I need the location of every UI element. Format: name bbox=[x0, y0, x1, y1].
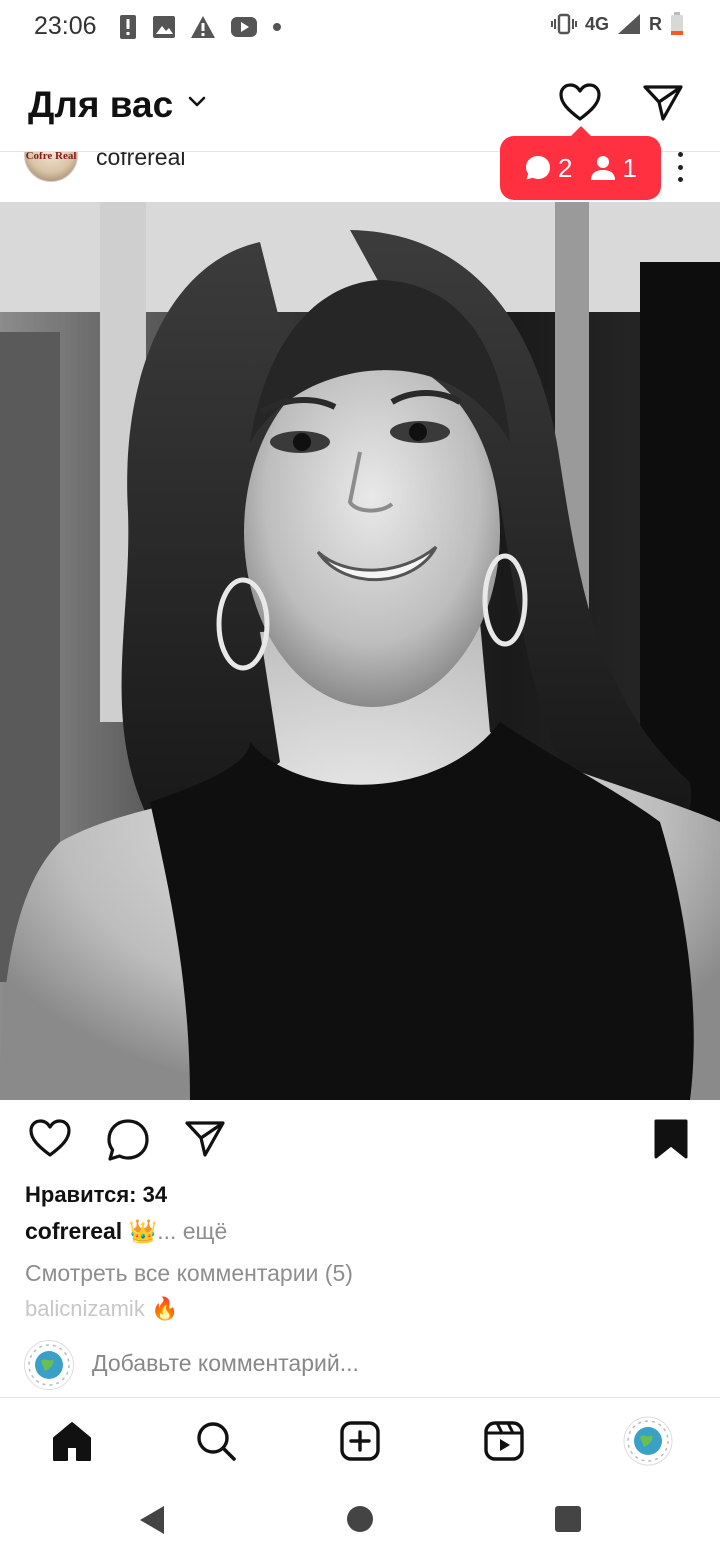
back-icon[interactable] bbox=[138, 1504, 166, 1536]
profile-avatar bbox=[623, 1416, 673, 1466]
comment-icon[interactable] bbox=[106, 1118, 150, 1162]
post-caption: cofrereal 👑... ещё bbox=[25, 1218, 227, 1245]
more-options-icon[interactable] bbox=[674, 152, 686, 182]
image-icon bbox=[153, 16, 175, 38]
share-icon[interactable] bbox=[184, 1118, 226, 1158]
add-comment-input[interactable] bbox=[92, 1350, 692, 1377]
reels-icon bbox=[484, 1421, 524, 1461]
dot-icon bbox=[273, 23, 281, 31]
chevron-down-icon[interactable] bbox=[188, 96, 206, 108]
network-type: 4G bbox=[584, 13, 609, 34]
nav-reels[interactable] bbox=[479, 1416, 529, 1466]
like-icon[interactable] bbox=[28, 1118, 72, 1158]
bookmark-icon[interactable] bbox=[652, 1118, 690, 1160]
status-icons-left bbox=[118, 14, 282, 40]
send-icon[interactable] bbox=[642, 82, 684, 122]
home-icon bbox=[53, 1422, 91, 1461]
bottom-navigation bbox=[0, 1398, 720, 1484]
status-time: 23:06 bbox=[34, 12, 97, 40]
follower-count: 1 bbox=[622, 152, 637, 183]
nav-search[interactable] bbox=[191, 1416, 241, 1466]
follower-notifications: 1 bbox=[589, 153, 637, 184]
post-actions bbox=[0, 1118, 720, 1166]
status-bar: 23:06 4G R bbox=[0, 0, 720, 56]
like-count[interactable]: Нравится: 34 bbox=[25, 1182, 167, 1208]
status-icons-right: 4G R bbox=[550, 12, 684, 36]
home-circle-icon[interactable] bbox=[347, 1506, 373, 1532]
globe-avatar-icon bbox=[28, 1344, 70, 1386]
caption-username[interactable]: cofrereal bbox=[25, 1218, 122, 1244]
add-comment-row bbox=[0, 1336, 720, 1398]
portrait-photo bbox=[0, 202, 720, 1100]
person-icon bbox=[590, 156, 615, 180]
nav-profile[interactable] bbox=[623, 1416, 673, 1466]
feed-title[interactable]: Для вас bbox=[28, 84, 173, 126]
comment-preview-username[interactable]: balicnizamik bbox=[25, 1296, 145, 1321]
warning-icon bbox=[191, 16, 215, 38]
battery-low-icon bbox=[671, 12, 683, 35]
comment-preview: balicnizamik 🔥 bbox=[25, 1296, 178, 1322]
create-icon bbox=[340, 1421, 380, 1461]
search-icon bbox=[197, 1422, 236, 1461]
activity-notification-bubble[interactable]: 2 1 bbox=[500, 126, 661, 200]
comment-count: 2 bbox=[558, 152, 573, 183]
recents-icon[interactable] bbox=[555, 1506, 581, 1532]
roaming-indicator: R bbox=[649, 13, 662, 34]
comment-preview-text: 🔥 bbox=[144, 1296, 179, 1321]
nav-create[interactable] bbox=[335, 1416, 385, 1466]
heart-icon[interactable] bbox=[558, 82, 602, 122]
caption-more-link[interactable]: ... ещё bbox=[157, 1218, 227, 1244]
nav-home[interactable] bbox=[47, 1416, 97, 1466]
vibrate-icon bbox=[550, 13, 577, 35]
system-navigation bbox=[0, 1484, 720, 1560]
youtube-icon bbox=[231, 17, 257, 37]
signal-icon bbox=[618, 14, 640, 34]
comment-bubble-icon bbox=[526, 156, 551, 180]
caption-text: 👑 bbox=[122, 1218, 158, 1244]
view-all-comments-link[interactable]: Смотреть все комментарии (5) bbox=[25, 1260, 353, 1287]
my-avatar bbox=[24, 1340, 74, 1390]
alert-icon bbox=[120, 15, 136, 39]
comment-notifications: 2 bbox=[524, 152, 573, 184]
post-photo[interactable] bbox=[0, 202, 720, 1100]
